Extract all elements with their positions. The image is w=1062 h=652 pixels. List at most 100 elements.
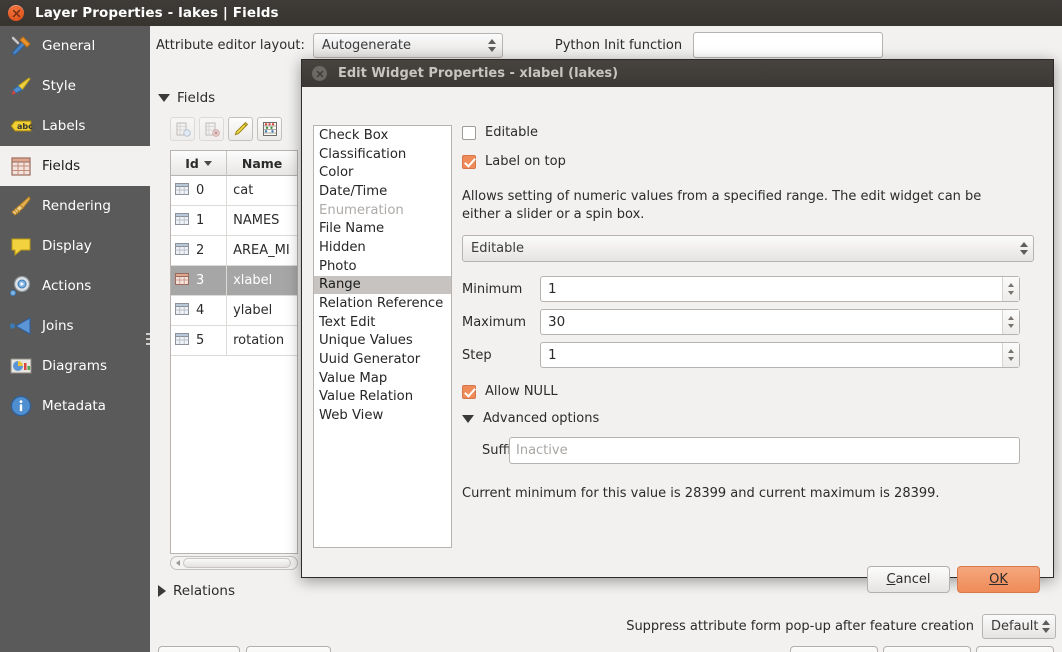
widget-type-list[interactable]: Check Box Classification Color Date/Time… xyxy=(313,125,452,548)
attribute-editor-layout-select[interactable]: Autogenerate xyxy=(313,33,503,58)
dialog-titlebar: Edit Widget Properties - xlabel (lakes) xyxy=(302,60,1053,87)
fields-table[interactable]: Id Name 0 cat xyxy=(170,150,298,554)
fields-group-label: Fields xyxy=(177,90,215,106)
sidebar-item-labels[interactable]: abc Labels xyxy=(0,106,150,146)
relations-group-label: Relations xyxy=(173,583,235,599)
sidebar-item-rendering[interactable]: Rendering xyxy=(0,186,150,226)
sidebar-item-actions[interactable]: Actions xyxy=(0,266,150,306)
dialog-ok-button[interactable]: OK xyxy=(957,566,1040,593)
widget-type-item[interactable]: Hidden xyxy=(314,238,451,257)
spin-updown-icon[interactable] xyxy=(1002,343,1019,367)
maximum-value: 30 xyxy=(548,314,1002,330)
sidebar-item-fields[interactable]: Fields xyxy=(0,146,150,186)
apply-button[interactable]: Apply xyxy=(790,646,878,652)
sidebar-item-label: Style xyxy=(42,78,76,94)
widget-type-item[interactable]: Unique Values xyxy=(314,332,451,351)
edit-widget-properties-dialog: Edit Widget Properties - xlabel (lakes) … xyxy=(301,59,1054,578)
sidebar-item-joins[interactable]: Joins xyxy=(0,306,150,346)
style-menu-button[interactable]: Style xyxy=(246,646,331,652)
table-row[interactable]: 2 AREA_MI xyxy=(171,236,297,266)
sidebar-item-diagrams[interactable]: Diagrams xyxy=(0,346,150,386)
table-row[interactable]: 5 rotation xyxy=(171,326,297,356)
advanced-options-toggle[interactable]: Advanced options xyxy=(462,411,1042,426)
widget-type-item[interactable]: Check Box xyxy=(314,126,451,145)
editable-checkbox[interactable] xyxy=(462,126,476,140)
delete-column-button[interactable] xyxy=(199,117,224,141)
editable-checkbox-row[interactable]: Editable xyxy=(462,125,1042,140)
maximum-spinbox[interactable]: 30 xyxy=(540,309,1020,335)
widget-type-item-selected[interactable]: Range xyxy=(314,276,451,295)
close-icon[interactable] xyxy=(312,66,327,81)
broom-icon xyxy=(8,193,34,219)
table-row-selected[interactable]: 3 xlabel xyxy=(171,266,297,296)
close-icon[interactable] xyxy=(8,5,24,21)
chevron-updown-icon xyxy=(1018,242,1029,255)
widget-type-item[interactable]: Text Edit xyxy=(314,313,451,332)
cell-name: NAMES xyxy=(227,206,297,236)
python-init-label: Python Init function xyxy=(555,38,682,53)
cell-id-text: 3 xyxy=(196,273,204,288)
table-row[interactable]: 1 NAMES xyxy=(171,206,297,236)
cell-name: cat xyxy=(227,176,297,206)
gear-play-icon xyxy=(8,273,34,299)
suffix-input[interactable]: Inactive xyxy=(509,437,1020,464)
suppress-popup-label: Suppress attribute form pop-up after fea… xyxy=(626,619,974,634)
sidebar-item-label: General xyxy=(42,38,95,54)
allow-null-checkbox[interactable] xyxy=(462,385,476,399)
dialog-cancel-button[interactable]: Cancel xyxy=(867,566,950,593)
minimum-spinbox[interactable]: 1 xyxy=(540,276,1020,302)
cell-id-text: 4 xyxy=(196,303,204,318)
column-header-label: Name xyxy=(242,156,282,171)
widget-type-item[interactable]: Classification xyxy=(314,145,451,164)
relations-group-toggle[interactable]: Relations xyxy=(158,583,235,599)
suppress-popup-select[interactable]: Default xyxy=(982,614,1056,639)
new-column-button[interactable] xyxy=(170,117,195,141)
scrollbar-thumb[interactable] xyxy=(183,558,291,568)
widget-type-item[interactable]: Value Relation xyxy=(314,388,451,407)
sidebar-item-style[interactable]: Style xyxy=(0,66,150,106)
field-calculator-button[interactable] xyxy=(257,117,282,141)
dialog-title: Edit Widget Properties - xlabel (lakes) xyxy=(338,66,618,81)
widget-type-item[interactable]: Photo xyxy=(314,257,451,276)
widget-type-item[interactable]: Date/Time xyxy=(314,182,451,201)
table-row[interactable]: 4 ylabel xyxy=(171,296,297,326)
range-mode-select[interactable]: Editable xyxy=(462,235,1034,262)
spin-updown-icon[interactable] xyxy=(1002,310,1019,334)
field-type-icon xyxy=(175,183,189,199)
cell-name: xlabel xyxy=(227,266,297,296)
toggle-editing-button[interactable] xyxy=(228,117,253,141)
sidebar-item-label: Actions xyxy=(42,278,91,294)
sidebar-item-display[interactable]: Display xyxy=(0,226,150,266)
step-spinbox[interactable]: 1 xyxy=(540,342,1020,368)
attribute-editor-toolbar: Attribute editor layout: Autogenerate Py… xyxy=(156,30,1056,60)
widget-type-item[interactable]: Uuid Generator xyxy=(314,350,451,369)
help-button[interactable]: Help xyxy=(158,646,240,652)
cancel-button[interactable]: Cancel xyxy=(883,646,971,652)
widget-type-item[interactable]: Color xyxy=(314,163,451,182)
widget-type-item[interactable]: File Name xyxy=(314,219,451,238)
sidebar-item-general[interactable]: General xyxy=(0,26,150,66)
widget-type-item[interactable]: Web View xyxy=(314,406,451,425)
widget-type-item[interactable]: Value Map xyxy=(314,369,451,388)
dialog-ok-button-label: OK xyxy=(989,572,1008,587)
fields-toolbar xyxy=(170,117,286,141)
field-type-icon xyxy=(175,333,189,349)
spin-updown-icon[interactable] xyxy=(1002,277,1019,301)
suffix-label: Suffix xyxy=(462,443,509,458)
table-row[interactable]: 0 cat xyxy=(171,176,297,206)
chevron-left-icon[interactable] xyxy=(176,560,180,566)
sidebar-item-metadata[interactable]: Metadata xyxy=(0,386,150,426)
fields-table-horizontal-scrollbar[interactable] xyxy=(170,556,298,570)
column-header-name[interactable]: Name xyxy=(227,151,297,176)
column-header-id[interactable]: Id xyxy=(171,151,227,176)
widget-type-item[interactable]: Relation Reference xyxy=(314,294,451,313)
python-init-input[interactable] xyxy=(693,32,883,58)
allow-null-checkbox-row[interactable]: Allow NULL xyxy=(462,384,1042,399)
window-titlebar: Layer Properties - lakes | Fields xyxy=(0,0,1062,26)
step-row: Step 1 xyxy=(462,342,1020,368)
fields-group-toggle[interactable]: Fields xyxy=(158,90,215,106)
cell-name: AREA_MI xyxy=(227,236,297,266)
label-on-top-checkbox-row[interactable]: Label on top xyxy=(462,154,1042,169)
label-on-top-checkbox[interactable] xyxy=(462,155,476,169)
ok-button[interactable]: OK xyxy=(976,646,1054,652)
